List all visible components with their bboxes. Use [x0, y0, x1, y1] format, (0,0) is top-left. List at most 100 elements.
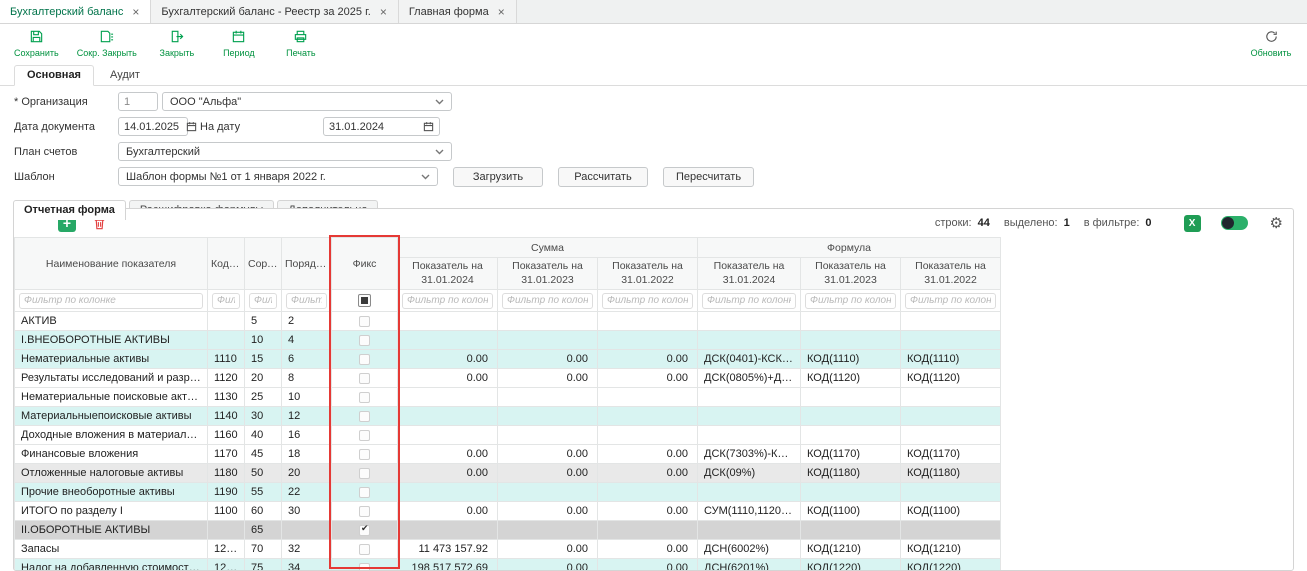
- filter-input-sum-2024[interactable]: [402, 293, 493, 309]
- table-row[interactable]: II.ОБОРОТНЫЕ АКТИВЫ65: [15, 521, 1001, 540]
- refresh-button[interactable]: Обновить: [1249, 29, 1293, 58]
- fix-checkbox[interactable]: [359, 411, 370, 422]
- filter-toggle[interactable]: [1221, 216, 1248, 230]
- col-header-sum-2022[interactable]: Показатель на 31.01.2022: [598, 258, 698, 290]
- table-row[interactable]: ИТОГО по разделу I110060300.000.000.00СУ…: [15, 502, 1001, 521]
- on-date-input[interactable]: [329, 121, 391, 133]
- cell-sum-0: 0.00: [398, 369, 498, 388]
- fix-checkbox[interactable]: [359, 354, 370, 365]
- table-row[interactable]: Запасы1210703211 473 157.920.000.00ДСН(6…: [15, 540, 1001, 559]
- fix-checkbox[interactable]: [359, 430, 370, 441]
- filter-input-formula-2023[interactable]: [805, 293, 896, 309]
- col-header-fix[interactable]: Фикс: [332, 238, 398, 290]
- calendar-icon: [231, 29, 246, 47]
- tab-report-form[interactable]: Отчетная форма: [13, 200, 126, 220]
- cell-formula-0: ДСН(6002%): [698, 540, 801, 559]
- org-select[interactable]: ООО "Альфа": [162, 92, 452, 111]
- table-row[interactable]: Прочие внеоборотные активы11905522: [15, 483, 1001, 502]
- col-header-formula-2024[interactable]: Показатель на 31.01.2024: [698, 258, 801, 290]
- tab-audit[interactable]: Аудит: [97, 65, 153, 86]
- table-row[interactable]: Финансовые вложения117045180.000.000.00Д…: [15, 445, 1001, 464]
- close-icon[interactable]: ×: [497, 6, 506, 18]
- org-code-input[interactable]: [118, 92, 158, 111]
- cell-formula-0: [698, 483, 801, 502]
- filter-input-name[interactable]: [19, 293, 203, 309]
- calendar-icon[interactable]: [423, 121, 434, 132]
- window-tab-main-form[interactable]: Главная форма ×: [399, 0, 517, 23]
- col-header-sort[interactable]: Сортировки: [245, 238, 282, 290]
- filter-input-order[interactable]: [286, 293, 327, 309]
- fix-checkbox[interactable]: [359, 563, 370, 571]
- cell-fix: [332, 350, 398, 369]
- print-button[interactable]: Печать: [279, 29, 323, 58]
- filter-input-sum-2022[interactable]: [602, 293, 693, 309]
- exit-icon: [169, 29, 184, 47]
- period-button[interactable]: Период: [217, 29, 261, 58]
- cell-code: 1210: [208, 540, 245, 559]
- close-icon[interactable]: ×: [131, 6, 140, 18]
- calculate-button[interactable]: Рассчитать: [558, 167, 648, 187]
- cell-fix: [332, 331, 398, 350]
- excel-export-button[interactable]: X: [1184, 215, 1201, 232]
- cell-code: 1110: [208, 350, 245, 369]
- col-header-sum-2023[interactable]: Показатель на 31.01.2023: [498, 258, 598, 290]
- table-row[interactable]: АКТИВ52: [15, 312, 1001, 331]
- cell-sum-1: [498, 407, 598, 426]
- save-close-button[interactable]: Сокр. Закрыть: [77, 29, 137, 58]
- close-button[interactable]: Закрыть: [155, 29, 199, 58]
- fix-checkbox[interactable]: [359, 392, 370, 403]
- table-row[interactable]: Доходные вложения в материальные ц...116…: [15, 426, 1001, 445]
- gear-icon[interactable]: ⚙: [1270, 216, 1283, 231]
- table-row[interactable]: Нематериальные поисковые активы11302510: [15, 388, 1001, 407]
- col-header-name[interactable]: Наименование показателя: [15, 238, 208, 290]
- cell-formula-0: [698, 312, 801, 331]
- template-select[interactable]: Шаблон формы №1 от 1 января 2022 г.: [118, 167, 438, 186]
- cell-sum-0: [398, 483, 498, 502]
- cell-formula-0: ДСК(0401)-КСК(0501): [698, 350, 801, 369]
- fix-checkbox[interactable]: [359, 525, 370, 536]
- close-icon[interactable]: ×: [379, 6, 388, 18]
- filter-input-sum-2023[interactable]: [502, 293, 593, 309]
- cell-sum-0: 0.00: [398, 502, 498, 521]
- fix-checkbox[interactable]: [359, 544, 370, 555]
- col-header-code[interactable]: Код строки: [208, 238, 245, 290]
- cell-name: Налог на добавленную стоимость по пр...: [15, 559, 208, 571]
- on-date-field[interactable]: [323, 117, 440, 136]
- col-header-order[interactable]: Порядок расчета: [282, 238, 332, 290]
- cell-fix: [332, 407, 398, 426]
- save-button[interactable]: Сохранить: [14, 29, 59, 58]
- fix-checkbox[interactable]: [359, 506, 370, 517]
- col-header-sum-2024[interactable]: Показатель на 31.01.2024: [398, 258, 498, 290]
- fix-checkbox[interactable]: [359, 373, 370, 384]
- col-header-formula-2022[interactable]: Показатель на 31.01.2022: [901, 258, 1001, 290]
- fix-checkbox[interactable]: [359, 335, 370, 346]
- table-row[interactable]: Налог на добавленную стоимость по пр...1…: [15, 559, 1001, 571]
- cell-sum-1: 0.00: [498, 502, 598, 521]
- table-row[interactable]: Нематериальные активы11101560.000.000.00…: [15, 350, 1001, 369]
- filter-input-code[interactable]: [212, 293, 240, 309]
- filter-input-sort[interactable]: [249, 293, 277, 309]
- fix-filter-checkbox[interactable]: [358, 294, 371, 307]
- recalculate-button[interactable]: Пересчитать: [663, 167, 754, 187]
- table-row[interactable]: Результаты исследований и разработок1120…: [15, 369, 1001, 388]
- window-tab-balance[interactable]: Бухгалтерский баланс ×: [0, 0, 151, 23]
- fix-checkbox[interactable]: [359, 316, 370, 327]
- fix-checkbox[interactable]: [359, 449, 370, 460]
- doc-date-input[interactable]: [124, 121, 186, 133]
- fix-checkbox[interactable]: [359, 487, 370, 498]
- refresh-icon: [1264, 29, 1279, 47]
- table-row[interactable]: Отложенные налоговые активы118050200.000…: [15, 464, 1001, 483]
- tab-main[interactable]: Основная: [14, 65, 94, 86]
- plan-select[interactable]: Бухгалтерский: [118, 142, 452, 161]
- doc-date-field[interactable]: [118, 117, 188, 136]
- cell-formula-2: [901, 407, 1001, 426]
- filter-input-formula-2022[interactable]: [905, 293, 996, 309]
- cell-sum-1: 0.00: [498, 445, 598, 464]
- fix-checkbox[interactable]: [359, 468, 370, 479]
- window-tab-registry[interactable]: Бухгалтерский баланс - Реестр за 2025 г.…: [151, 0, 398, 23]
- filter-input-formula-2024[interactable]: [702, 293, 796, 309]
- col-header-formula-2023[interactable]: Показатель на 31.01.2023: [801, 258, 901, 290]
- table-row[interactable]: I.ВНЕОБОРОТНЫЕ АКТИВЫ104: [15, 331, 1001, 350]
- load-button[interactable]: Загрузить: [453, 167, 543, 187]
- table-row[interactable]: Материальныепоисковые активы11403012: [15, 407, 1001, 426]
